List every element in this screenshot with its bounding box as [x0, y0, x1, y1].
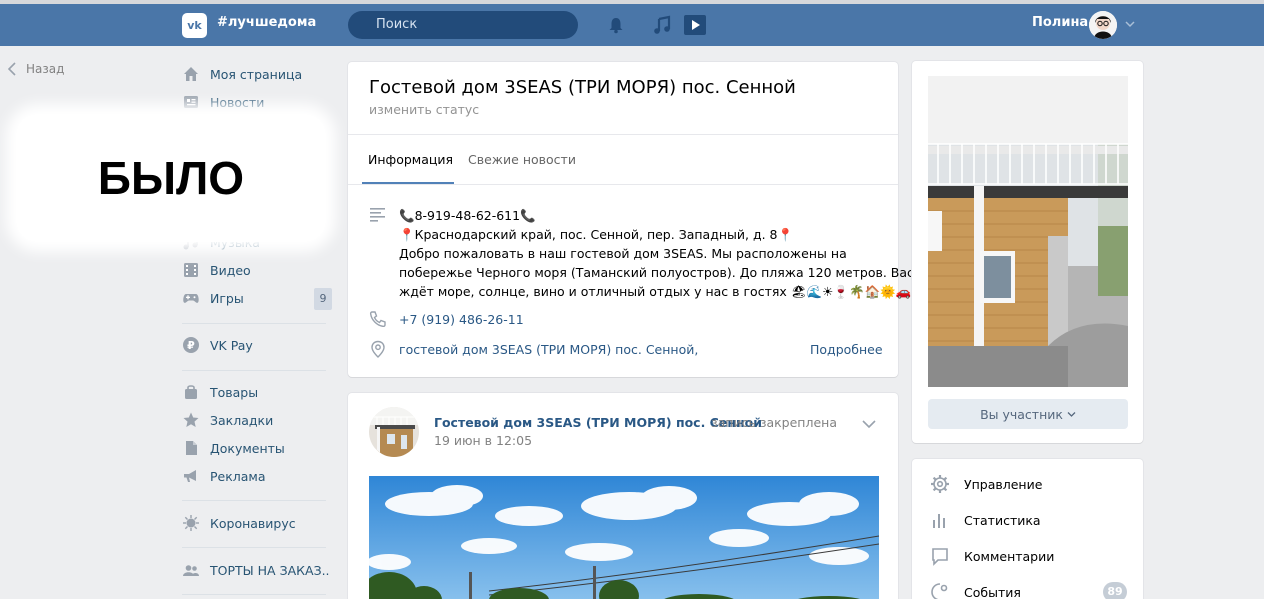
description-line: побережье Черного моря (Таманский полуос… [399, 265, 914, 280]
bag-icon [185, 385, 197, 399]
sidebar-item-bookmarks[interactable]: Закладки [182, 409, 332, 431]
sidebar-item-coronavirus[interactable]: Коронавирус [182, 512, 332, 534]
sidebar-item-games[interactable]: Игры 9 [182, 287, 332, 310]
manage-item-label: Комментарии [964, 548, 1055, 564]
sidebar-item-label: Новости [210, 94, 265, 110]
news-icon [184, 96, 198, 108]
address-link[interactable]: гостевой дом 3SEAS (ТРИ МОРЯ) пос. Сенно… [399, 342, 698, 357]
player-icon[interactable] [684, 15, 706, 35]
sidebar-item-documents[interactable]: Документы [182, 437, 332, 459]
star-icon [183, 412, 199, 427]
post-pinned-label: запись закреплена [711, 415, 837, 430]
before-overlay-label: БЫЛО [16, 114, 326, 242]
manage-item-label: Управление [964, 476, 1043, 492]
group-avatar[interactable] [369, 407, 419, 457]
sidebar-divider [182, 547, 326, 548]
change-status-link[interactable]: изменить статус [369, 102, 479, 117]
chevron-down-icon[interactable] [1125, 19, 1135, 29]
description-line: 📍Краснодарский край, пос. Сенной, пер. З… [399, 227, 794, 242]
manage-item-label: События [964, 584, 1021, 599]
vkpay-icon: ₽ [183, 337, 199, 353]
tab-fresh-news[interactable]: Свежие новости [468, 152, 576, 167]
sidebar-item-label: Товары [210, 384, 259, 400]
manage-item-comments[interactable]: Комментарии [930, 546, 1140, 566]
search-input[interactable]: Поиск [348, 11, 578, 39]
sidebar-item-cakes-group[interactable]: ТОРТЫ НА ЗАКАЗ.. [182, 559, 332, 581]
megaphone-icon [184, 470, 196, 482]
back-link[interactable]: Назад [8, 62, 64, 76]
description-icon [370, 208, 385, 222]
group-description: 📞8-919-48-62-611📞 📍Краснодарский край, п… [399, 206, 963, 301]
sidebar-item-label: VK Pay [210, 337, 253, 353]
home-icon [184, 67, 198, 81]
avatar[interactable] [1089, 11, 1117, 39]
management-card: Управление Статистика Комментарии Событи… [912, 459, 1143, 599]
manage-item-stats[interactable]: Статистика [930, 510, 1140, 530]
search-placeholder: Поиск [376, 17, 418, 32]
sidebar-divider [182, 323, 326, 324]
manage-item-settings[interactable]: Управление [930, 474, 1140, 494]
pinned-post-card: Гостевой дом 3SEAS (ТРИ МОРЯ) пос. Сенно… [348, 393, 898, 599]
comment-icon [932, 548, 948, 566]
group-info-card: Гостевой дом 3SEAS (ТРИ МОРЯ) пос. Сенно… [348, 62, 963, 377]
chevron-down-icon[interactable] [862, 419, 876, 429]
svg-text:₽: ₽ [187, 339, 195, 352]
manage-item-label: Статистика [964, 512, 1041, 528]
sidebar-item-video[interactable]: Видео [182, 259, 332, 281]
description-line: ждёт море, солнце, вино и отличный отдых… [399, 284, 963, 299]
description-line: 📞8-919-48-62-611📞 [399, 208, 536, 223]
sidebar-divider [182, 500, 326, 501]
sidebar-item-goods[interactable]: Товары [182, 381, 332, 403]
events-count-badge: 89 [1103, 582, 1127, 599]
sidebar-item-label: Документы [210, 440, 285, 456]
phone-link[interactable]: +7 (919) 486-26-11 [399, 312, 524, 327]
membership-label: Вы участник [980, 406, 1063, 422]
sidebar-divider [182, 594, 326, 595]
games-count-badge: 9 [314, 288, 332, 310]
top-header: vk #лучшедома Поиск Полина [0, 4, 1264, 46]
sidebar-item-vkpay[interactable]: ₽ VK Pay [182, 334, 332, 356]
sidebar-item-ads[interactable]: Реклама [182, 465, 332, 487]
more-details-link[interactable]: Подробнее [810, 342, 883, 357]
music-icon[interactable] [652, 15, 672, 35]
sidebar-item-label: Моя страница [210, 66, 303, 82]
chevron-down-icon [1067, 411, 1076, 417]
sidebar-item-label: Реклама [210, 468, 266, 484]
gear-icon [931, 475, 949, 493]
group-icon [183, 565, 199, 576]
sidebar-item-label: Коронавирус [210, 515, 296, 531]
sidebar-item-my-page[interactable]: Моя страница [182, 63, 332, 85]
manage-item-events[interactable]: События 89 [930, 582, 1140, 599]
cover-card: Вы участник [912, 61, 1143, 443]
description-line: Добро пожаловать в наш гостевой дом 3SEA… [399, 246, 847, 261]
video-icon [184, 263, 198, 277]
group-cover-photo[interactable] [928, 76, 1128, 387]
post-photo[interactable] [369, 476, 879, 599]
document-icon [186, 441, 197, 455]
divider [348, 184, 898, 185]
bell-icon[interactable] [607, 16, 625, 34]
post-date[interactable]: 19 июн в 12:05 [434, 433, 532, 448]
divider [348, 134, 898, 135]
back-label: Назад [26, 62, 65, 76]
vk-logo-icon[interactable]: vk [182, 13, 207, 38]
membership-button[interactable]: Вы участник [928, 399, 1128, 429]
sidebar-divider [182, 370, 326, 371]
chevron-left-icon [8, 62, 16, 76]
virus-icon [183, 515, 199, 531]
sidebar-item-news[interactable]: Новости [182, 91, 332, 113]
sidebar-item-label: Видео [210, 262, 251, 278]
tab-info[interactable]: Информация [368, 152, 453, 167]
location-pin-icon [371, 340, 385, 358]
user-name[interactable]: Полина [1032, 15, 1088, 30]
header-hashtag[interactable]: #лучшедома [217, 15, 316, 30]
events-icon [931, 583, 948, 599]
gamepad-icon [183, 294, 199, 303]
sidebar-item-label: Закладки [210, 412, 274, 428]
sidebar-item-label: Игры [210, 290, 244, 306]
phone-icon [369, 311, 386, 328]
page-title: Гостевой дом 3SEAS (ТРИ МОРЯ) пос. Сенно… [369, 77, 796, 98]
sidebar-item-label: ТОРТЫ НА ЗАКАЗ.. [210, 562, 330, 578]
stats-icon [933, 514, 945, 528]
